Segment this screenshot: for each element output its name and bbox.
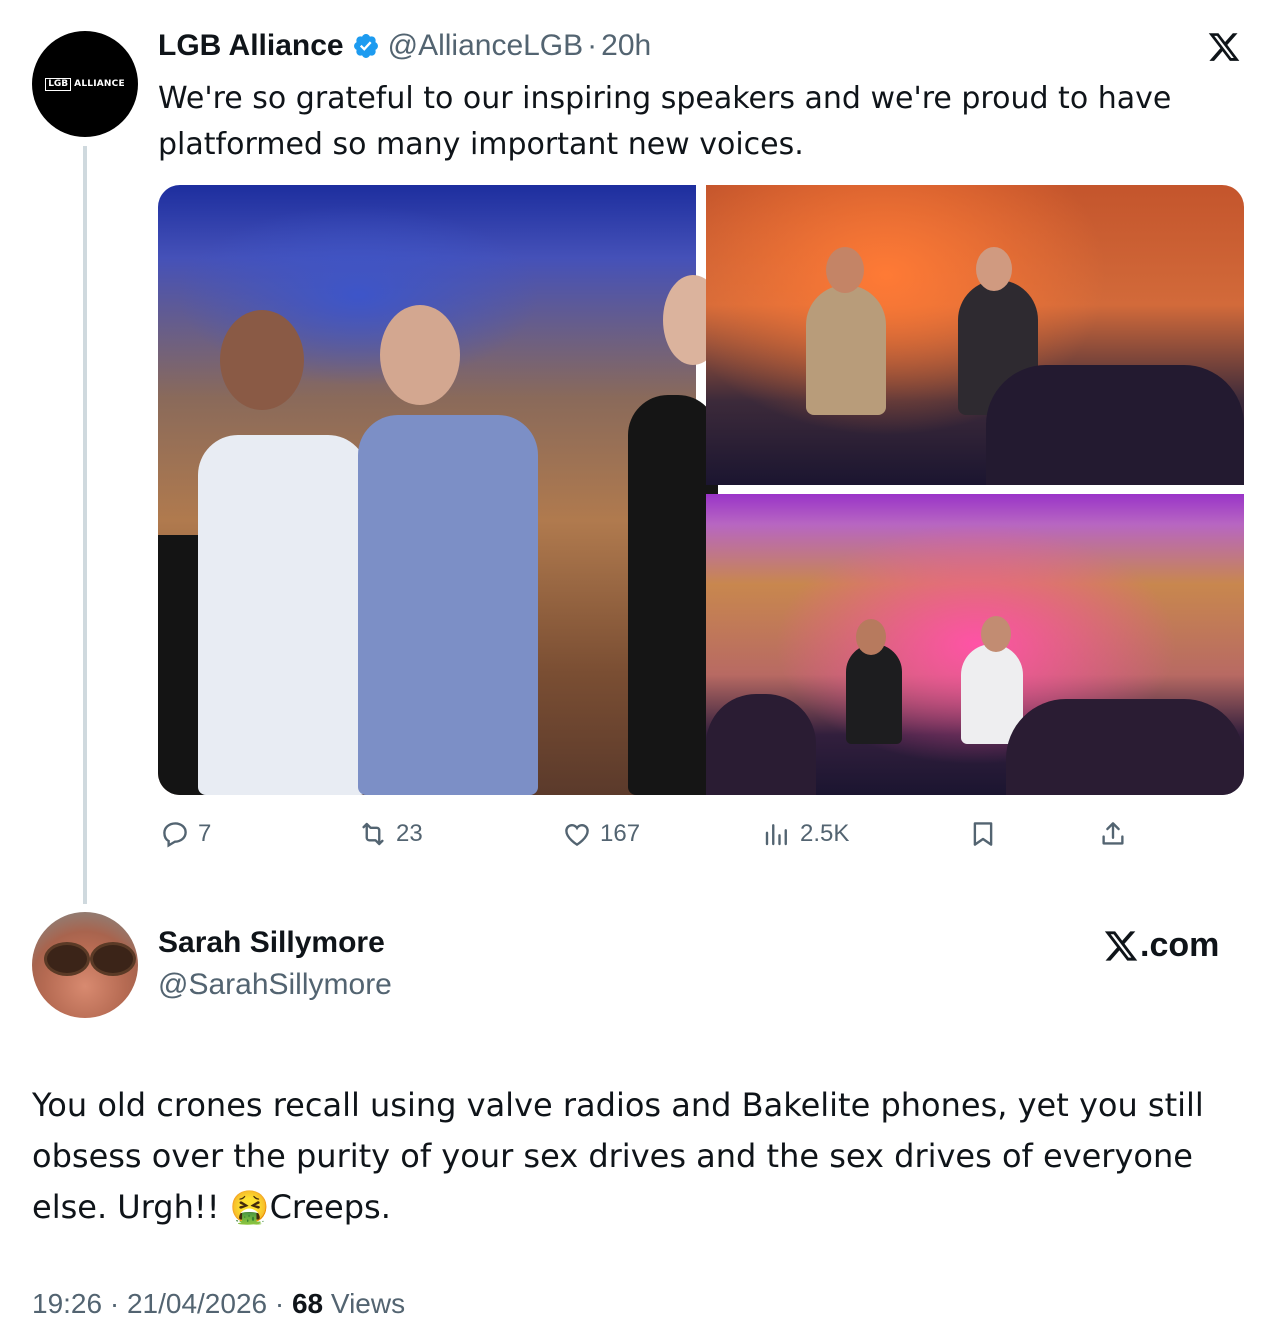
verified-badge-icon <box>353 34 378 58</box>
like-button[interactable]: 167 <box>562 810 640 858</box>
person-figure-right <box>628 395 718 795</box>
avatar-sarah-sillymore[interactable] <box>32 912 138 1018</box>
xcom-text: .com <box>1140 926 1220 964</box>
share-button[interactable] <box>1098 810 1128 858</box>
reply-views-count: 68 <box>291 1288 324 1319</box>
views-button[interactable]: 2.5K <box>762 810 849 858</box>
tweet-actions: 7 23 167 2.5K <box>158 810 1144 858</box>
person-figure <box>358 415 538 795</box>
bookmark-button[interactable] <box>968 810 998 858</box>
views-icon <box>765 824 787 846</box>
audience <box>986 365 1244 485</box>
avatar-lgb-alliance[interactable]: LGB ALLIANCE <box>32 31 138 137</box>
like-icon <box>565 823 589 847</box>
audience-left <box>706 694 816 795</box>
thread-line <box>83 146 87 904</box>
media-grid <box>158 185 1244 795</box>
x-logo-icon <box>1104 930 1138 961</box>
reply-button[interactable]: 7 <box>160 810 211 858</box>
reply-count: 7 <box>198 820 212 847</box>
header-separator: · <box>587 29 598 62</box>
like-count: 167 <box>600 820 641 847</box>
reply-text: You old crones recall using valve radios… <box>32 1086 1204 1226</box>
speaker-head <box>220 310 304 410</box>
speaker-figure <box>198 435 368 795</box>
reply-meta: 19:26 · 21/04/2026 · 68 Views <box>32 1288 405 1320</box>
reply-views-label: Views <box>323 1288 406 1319</box>
sunglasses-left <box>44 942 90 976</box>
photo-stage-conversation[interactable] <box>706 494 1244 795</box>
reply-icon <box>163 822 187 848</box>
views-count: 2.5K <box>800 820 850 847</box>
x-logo-icon <box>1208 33 1240 61</box>
avatar-logo-box: LGB <box>45 77 72 91</box>
repost-count: 23 <box>396 820 423 847</box>
photo-panel-discussion[interactable] <box>706 185 1244 485</box>
reply-author-handle[interactable]: @SarahSillymore <box>158 968 392 1002</box>
share-icon <box>1102 822 1124 845</box>
tweet-time[interactable]: 20h <box>601 29 651 63</box>
audience-right <box>1006 699 1244 795</box>
guest-left-head <box>856 619 886 655</box>
guest-right-head <box>981 616 1011 652</box>
panelist-left <box>806 285 886 415</box>
sunglasses-right <box>90 942 136 976</box>
person-head <box>380 305 460 405</box>
panelist-left-head <box>826 247 864 293</box>
repost-icon <box>362 822 384 846</box>
author-name[interactable]: LGB Alliance <box>158 29 344 63</box>
repost-button[interactable]: 23 <box>358 810 423 858</box>
bookmark-icon <box>973 822 993 846</box>
xcom-watermark: .com <box>1102 926 1219 965</box>
reply-author-name[interactable]: Sarah Sillymore <box>158 926 385 960</box>
photo-speakers-podium[interactable] <box>158 185 723 795</box>
panelist-right-head <box>976 247 1012 291</box>
author-handle[interactable]: @AllianceLGB <box>388 29 584 63</box>
quoted-tweet-text: We're so grateful to our inspiring speak… <box>158 81 1172 162</box>
guest-left <box>846 644 902 744</box>
reply-timestamp[interactable]: 19:26 · 21/04/2026 · <box>32 1288 292 1319</box>
quoted-tweet-header: LGB Alliance @AllianceLGB · 20h <box>158 26 651 66</box>
avatar-logo-text: ALLIANCE <box>74 79 125 89</box>
